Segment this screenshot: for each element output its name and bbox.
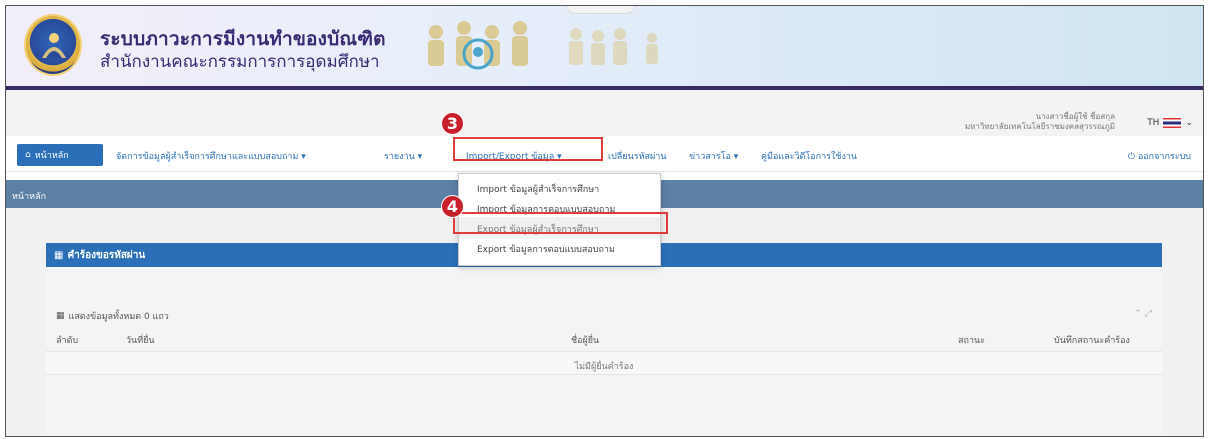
- home-icon: ⌂: [25, 150, 31, 160]
- caret-down-icon: ▾: [298, 152, 306, 162]
- user-name: นางสาวชื่อผู้ใช้ ชื่อสกุล: [1035, 112, 1115, 121]
- nav-news-label: ข่าวสารโอ: [689, 152, 731, 162]
- row-count: ▦ แสดงข้อมูลทั้งหมด 0 แถว: [56, 309, 169, 323]
- chevron-down-icon: ⌄: [1185, 118, 1193, 128]
- column-header[interactable]: ลำดับ: [56, 333, 78, 347]
- step-4-badge: 4: [441, 195, 464, 218]
- power-icon: ⏻: [1127, 152, 1138, 162]
- header-banner: ระบบภาวะการมีงานทำของบัณฑิต สำนักงานคณะก…: [6, 6, 1203, 86]
- nav-manual[interactable]: คู่มือและวิดีโอการใช้งาน: [761, 149, 857, 163]
- user-organization: มหาวิทยาลัยเทคโนโลยีราชมงคลสุวรรณภูมิ: [964, 122, 1115, 131]
- table-icon: ▦: [56, 311, 65, 321]
- nav-home-label: หน้าหลัก: [34, 151, 69, 161]
- caret-down-icon: ▾: [730, 152, 739, 162]
- nav-home-button[interactable]: ⌂ หน้าหลัก: [17, 144, 103, 166]
- nav-change-password-label: เปลี่ยนรหัสผ่าน: [608, 152, 667, 162]
- nav-report-label: รายงาน: [384, 152, 415, 162]
- menu-item-import-graduates[interactable]: Import ข้อมูลผู้สำเร็จการศึกษา: [459, 177, 660, 197]
- graduates-illustration-icon: [428, 21, 658, 70]
- column-header[interactable]: วันที่ยื่น: [126, 333, 155, 347]
- nav-news[interactable]: ข่าวสารโอ ▾: [689, 149, 738, 163]
- import-export-highlight-box: [453, 137, 603, 161]
- table-icon: ▦: [54, 249, 64, 261]
- table-header: ลำดับ วันที่ยื่น ชื่อผู้ยื่น สถานะ บันทึ…: [46, 327, 1162, 349]
- nav-report[interactable]: รายงาน ▾: [384, 149, 422, 163]
- panel-tools: ⌃ ⤢: [1134, 309, 1152, 319]
- logout-label: ออกจากระบบ: [1137, 152, 1191, 162]
- thai-flag-icon: [1163, 118, 1182, 128]
- menu-item-export-survey[interactable]: Export ข้อมูลการตอบแบบสอบถาม: [459, 237, 660, 257]
- column-header[interactable]: บันทึกสถานะคำร้อง: [1054, 333, 1130, 347]
- ohec-logo: [24, 14, 82, 76]
- nav-change-password[interactable]: เปลี่ยนรหัสผ่าน: [608, 149, 666, 163]
- user-bar: นางสาวชื่อผู้ใช้ ชื่อสกุล มหาวิทยาลัยเทค…: [6, 90, 1203, 136]
- table-empty-row: ไม่มีผู้ยื่นคำร้อง: [46, 351, 1162, 375]
- collapse-icon[interactable]: ⌃: [1134, 309, 1142, 319]
- column-header[interactable]: สถานะ: [958, 333, 985, 347]
- top-tab-decoration: [566, 6, 636, 14]
- nav-manage-label: จัดการข้อมูลผู้สำเร็จการศึกษาและแบบสอบถา…: [116, 152, 299, 162]
- language-code: TH: [1147, 118, 1160, 128]
- user-info[interactable]: นางสาวชื่อผู้ใช้ ชื่อสกุล มหาวิทยาลัยเทค…: [965, 112, 1115, 132]
- logo-emblem-icon: [42, 33, 66, 58]
- step-3-badge: 3: [441, 112, 464, 135]
- panel-title: คำร้องขอรหัสผ่าน: [67, 249, 146, 261]
- export-graduates-highlight-box: [453, 212, 668, 234]
- caret-down-icon: ▾: [414, 152, 423, 162]
- site-subtitle: สำนักงานคณะกรรมการการอุดมศึกษา: [100, 52, 380, 72]
- breadcrumb-home[interactable]: หน้าหลัก: [12, 189, 46, 203]
- nav-manage-data[interactable]: จัดการข้อมูลผู้สำเร็จการศึกษาและแบบสอบถา…: [116, 149, 306, 163]
- column-header[interactable]: ชื่อผู้ยื่น: [571, 333, 599, 347]
- nav-manual-label: คู่มือและวิดีโอการใช้งาน: [761, 152, 858, 162]
- main-navbar: ⌂ หน้าหลัก จัดการข้อมูลผู้สำเร็จการศึกษา…: [6, 136, 1203, 172]
- request-panel: ▦ แสดงข้อมูลทั้งหมด 0 แถว ⌃ ⤢ ลำดับ วันท…: [46, 267, 1162, 436]
- expand-icon[interactable]: ⤢: [1145, 309, 1152, 319]
- row-count-text: แสดงข้อมูลทั้งหมด 0 แถว: [68, 312, 169, 322]
- logout-link[interactable]: ⏻ ออกจากระบบ: [1128, 149, 1191, 163]
- language-selector[interactable]: TH ⌄: [1147, 118, 1193, 128]
- app-window: ระบบภาวะการมีงานทำของบัณฑิต สำนักงานคณะก…: [5, 5, 1204, 437]
